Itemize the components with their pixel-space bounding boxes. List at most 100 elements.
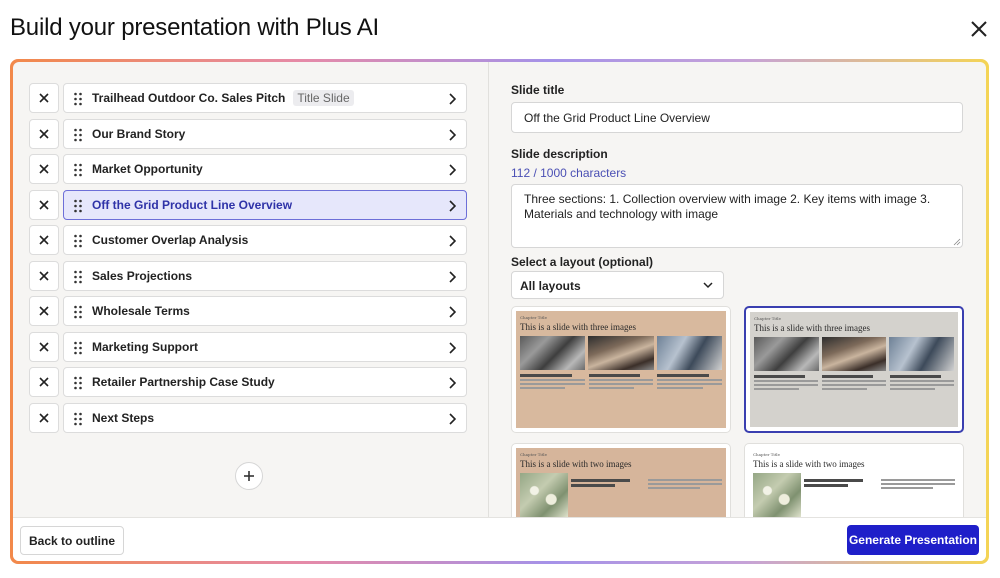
delete-slide-button[interactable] [29, 225, 59, 255]
chevron-right-icon [449, 164, 456, 176]
close-icon [39, 341, 49, 352]
slide-image-row [754, 337, 955, 371]
delete-slide-button[interactable] [29, 402, 59, 433]
outline-row: Retailer Partnership Case Study [13, 367, 489, 397]
back-to-outline-button[interactable]: Back to outline [20, 526, 125, 555]
slide-outline-item[interactable]: Off the Grid Product Line Overview [63, 189, 467, 220]
outline-row: Our Brand Story [13, 118, 489, 149]
dialog-footer: Back to outline Generate Presentation [13, 517, 986, 561]
close-icon [39, 270, 49, 281]
delete-slide-button[interactable] [29, 118, 59, 149]
delete-slide-button[interactable] [29, 260, 59, 291]
close-icon [39, 164, 49, 174]
drag-handle-icon[interactable] [73, 376, 83, 390]
layout-select-label: Select a layout (optional) [511, 255, 654, 269]
outline-row: Marketing Support [13, 331, 489, 362]
chevron-right-icon [449, 235, 456, 247]
builder-frame: Trailhead Outdoor Co. Sales Pitch Title S… [10, 59, 989, 564]
drag-handle-icon[interactable] [73, 270, 83, 284]
chevron-right-icon [449, 377, 456, 389]
chevron-right-icon [449, 270, 456, 283]
slide-preview: Chapter Title This is a slide with two im… [516, 448, 726, 517]
close-icon [39, 235, 49, 245]
close-icon [39, 199, 49, 210]
dialog-header: Build your presentation with Plus AI [0, 0, 1000, 58]
slide-preview: Chapter Title This is a slide with two im… [749, 448, 959, 517]
delete-slide-button[interactable] [29, 296, 59, 326]
delete-slide-button[interactable] [29, 154, 59, 184]
drag-handle-icon[interactable] [73, 199, 83, 213]
drag-handle-icon[interactable] [73, 412, 83, 426]
delete-slide-button[interactable] [29, 189, 59, 220]
outline-row: Trailhead Outdoor Co. Sales Pitch Title S… [13, 83, 489, 113]
slide-outline-label: Market Opportunity [92, 162, 203, 176]
slide-outline-item[interactable]: Retailer Partnership Case Study [63, 367, 467, 397]
close-icon [39, 128, 49, 139]
delete-slide-button[interactable] [29, 331, 59, 362]
slide-description-input[interactable]: Three sections: 1. Collection overview w… [511, 184, 963, 248]
close-icon [39, 93, 49, 103]
slide-preview-title: This is a slide with two images [520, 459, 632, 469]
slide-title-label: Slide title [511, 83, 565, 97]
add-slide-button[interactable] [235, 462, 263, 490]
layout-thumbnail[interactable]: Chapter Title This is a slide with three … [744, 306, 964, 433]
layout-thumbnail[interactable]: Chapter Title This is a slide with three … [511, 306, 731, 433]
slide-editor-pane: Slide title Slide description 112 / 1000… [490, 62, 986, 517]
layout-filter-value: All layouts [520, 279, 581, 293]
slide-outline-label: Off the Grid Product Line Overview [92, 197, 293, 212]
slide-outline-label: Marketing Support [92, 339, 199, 354]
close-icon [39, 412, 49, 423]
slide-outline-label: Trailhead Outdoor Co. Sales Pitch Title S… [92, 90, 354, 106]
slide-outline-item[interactable]: Next Steps [63, 402, 467, 433]
builder-panel: Trailhead Outdoor Co. Sales Pitch Title S… [13, 62, 986, 561]
drag-handle-icon[interactable] [73, 92, 83, 106]
outline-row: Customer Overlap Analysis [13, 225, 489, 255]
generate-presentation-button[interactable]: Generate Presentation [847, 525, 979, 555]
slide-image-row [753, 473, 955, 517]
slide-outline-label: Sales Projections [92, 268, 193, 283]
slide-outline-item[interactable]: Our Brand Story [63, 118, 467, 149]
drag-handle-icon[interactable] [73, 234, 83, 248]
resize-grip-icon[interactable] [953, 238, 961, 246]
slide-preview-kicker: Chapter Title [520, 452, 547, 457]
slide-outline-label: Wholesale Terms [92, 304, 190, 318]
layout-thumbnail[interactable]: Chapter Title This is a slide with two im… [511, 443, 731, 517]
slide-preview-kicker: Chapter Title [520, 315, 547, 320]
chevron-right-icon [449, 93, 456, 105]
outline-row: Sales Projections [13, 260, 489, 291]
slide-outline-label: Customer Overlap Analysis [92, 233, 249, 247]
slide-outline-label: Next Steps [92, 410, 155, 425]
drag-handle-icon[interactable] [73, 128, 83, 142]
slide-text-columns [520, 374, 723, 391]
slide-outline-item[interactable]: Wholesale Terms [63, 296, 467, 326]
slide-preview-title: This is a slide with two images [753, 459, 865, 469]
slide-outline-item[interactable]: Sales Projections [63, 260, 467, 291]
drag-handle-icon[interactable] [73, 163, 83, 177]
close-icon [39, 306, 49, 316]
chevron-down-icon [703, 282, 713, 289]
slide-outline-item[interactable]: Trailhead Outdoor Co. Sales Pitch Title S… [63, 83, 467, 113]
slide-outline-item[interactable]: Customer Overlap Analysis [63, 225, 467, 255]
layout-filter-select[interactable]: All layouts [511, 271, 724, 299]
slide-outline-item[interactable]: Market Opportunity [63, 154, 467, 184]
delete-slide-button[interactable] [29, 367, 59, 397]
slide-preview-kicker: Chapter Title [754, 316, 781, 321]
outline-pane: Trailhead Outdoor Co. Sales Pitch Title S… [13, 62, 489, 517]
slide-outline-label: Our Brand Story [92, 126, 186, 141]
slide-title-input[interactable] [511, 102, 963, 133]
chevron-right-icon [449, 199, 456, 212]
slide-preview-title: This is a slide with three images [520, 322, 636, 332]
slide-description-label: Slide description [511, 147, 608, 161]
slide-outline-item[interactable]: Marketing Support [63, 331, 467, 362]
drag-handle-icon[interactable] [73, 305, 83, 319]
delete-slide-button[interactable] [29, 83, 59, 113]
plus-icon [244, 471, 254, 481]
slide-type-tag: Title Slide [293, 90, 354, 106]
slide-preview-kicker: Chapter Title [753, 452, 780, 457]
outline-row: Wholesale Terms [13, 296, 489, 326]
close-icon[interactable] [968, 18, 990, 40]
slide-outline-label: Retailer Partnership Case Study [92, 375, 275, 389]
slide-preview: Chapter Title This is a slide with three … [750, 312, 958, 427]
layout-thumbnail[interactable]: Chapter Title This is a slide with two im… [744, 443, 964, 517]
drag-handle-icon[interactable] [73, 341, 83, 355]
